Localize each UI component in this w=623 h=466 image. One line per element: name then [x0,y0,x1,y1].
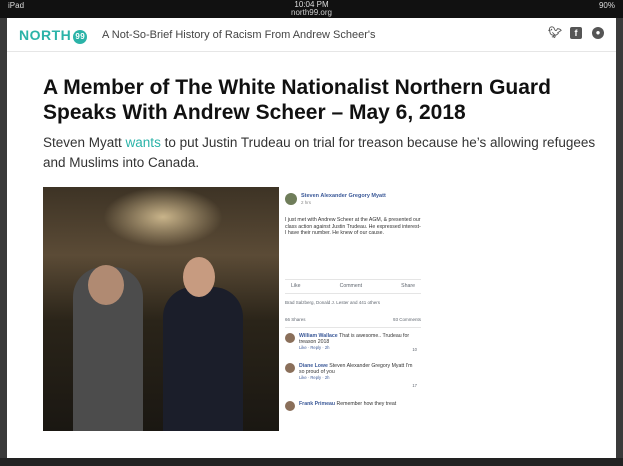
status-bar: iPad 10:04 PM north99.org 90% [0,0,623,18]
person-left-head [88,265,124,305]
sub-text-before: Steven Myatt [43,135,126,150]
ceiling-light [103,187,223,247]
site-title: A Not-So-Brief History of Racism From An… [102,29,376,41]
avatar [285,333,295,343]
logo-number: 99 [73,30,88,44]
person-right [163,287,243,431]
avatar [285,401,295,411]
reaction-count: 17 [412,383,417,388]
divider [285,327,421,328]
wants-link[interactable]: wants [126,135,161,150]
divider [285,279,421,280]
comment-meta: Like · Reply · 2h [299,345,330,350]
social-links: 🐦︎ f ● [548,27,604,39]
battery-indicator: 90% [598,1,615,10]
reaction-count: 10 [412,347,417,352]
comment-action: Comment [339,283,363,289]
address-bar[interactable]: north99.org [0,8,623,17]
meeting-photo [43,187,279,431]
reddit-icon[interactable]: ● [592,27,604,39]
divider [285,293,421,294]
facebook-post-screenshot: Steven Alexander Gregory Myatt 2 hrs I j… [279,187,427,431]
post-body: I just met with Andrew Scheer at the AGM… [285,217,421,236]
post-actions: Like Comment Share [285,283,421,289]
article-headline: A Member of The White Nationalist Northe… [43,76,551,124]
article-image: Steven Alexander Gregory Myatt 2 hrs I j… [43,187,427,431]
site-header: NORTH 99 A Not-So-Brief History of Racism… [7,18,616,52]
bottom-edge [0,458,623,466]
post-author: Steven Alexander Gregory Myatt [301,193,386,199]
avatar [285,193,297,205]
share-action: Share [401,283,415,289]
comment-text: Remember how they treat [336,401,397,407]
comment-author: Frank Primeau [299,401,336,407]
site-logo[interactable]: NORTH 99 [19,27,88,44]
facebook-icon[interactable]: f [570,27,582,39]
comments-count: 93 Comments [392,317,421,322]
avatar [285,363,295,373]
logo-text: NORTH [19,27,72,43]
comment-meta: Like · Reply · 2h [299,375,330,380]
like-action: Like [291,283,301,289]
post-counts: 66 Shares 93 Comments [285,317,421,322]
screen: iPad 10:04 PM north99.org 90% NORTH 99 A … [0,0,623,466]
person-right-head [183,257,215,297]
post-time: 2 hrs [301,200,312,205]
article-subheading: Steven Myatt wants to put Justin Trudeau… [43,133,603,173]
shares-count: 66 Shares [285,317,306,322]
post-reactions: Brad Salzberg, Donald J. Lester and 441 … [285,300,381,305]
web-page: NORTH 99 A Not-So-Brief History of Racism… [7,18,616,458]
twitter-icon[interactable]: 🐦︎ [548,27,562,39]
